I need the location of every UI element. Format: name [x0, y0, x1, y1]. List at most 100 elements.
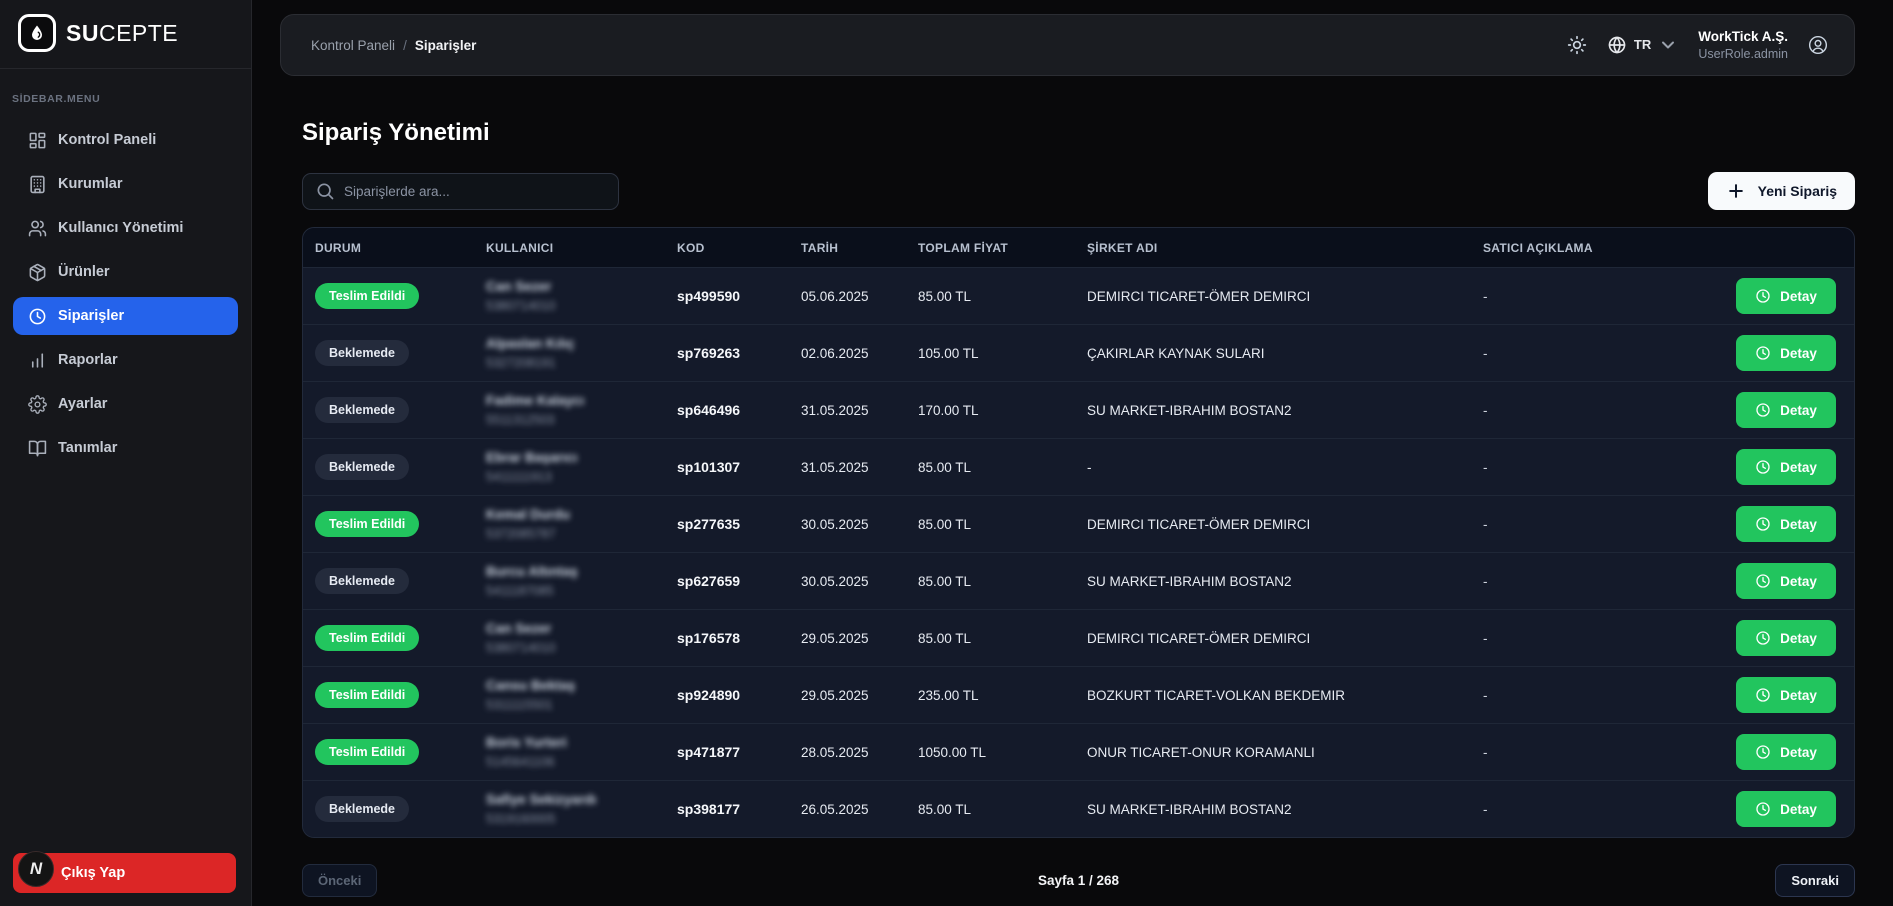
seller-note: -	[1483, 403, 1710, 418]
column-header-tarih: TARİH	[801, 241, 918, 255]
detail-cell: Detay	[1710, 677, 1842, 713]
company-name: SU MARKET-IBRAHIM BOSTAN2	[1087, 802, 1483, 817]
user-phone: 5372085787	[486, 525, 667, 543]
order-date: 29.05.2025	[801, 631, 918, 646]
detail-button[interactable]: Detay	[1736, 278, 1836, 314]
previous-page-button[interactable]: Önceki	[302, 864, 377, 897]
company-name: DEMIRCI TICARET-ÖMER DEMIRCI	[1087, 289, 1483, 304]
user-cell: Burcu Altıntaş5411187085	[486, 562, 677, 600]
order-total: 170.00 TL	[918, 403, 1087, 418]
new-order-label: Yeni Sipariş	[1758, 183, 1837, 199]
sidebar-item-tanimlar[interactable]: Tanımlar	[13, 429, 238, 467]
clock-icon	[1755, 801, 1771, 817]
order-date: 30.05.2025	[801, 517, 918, 532]
seller-note: -	[1483, 517, 1710, 532]
next-page-button[interactable]: Sonraki	[1775, 864, 1855, 897]
user-name: Burcu Altıntaş	[486, 562, 667, 582]
order-date: 02.06.2025	[801, 346, 918, 361]
order-code: sp646496	[677, 402, 801, 418]
sidebar-menu: Kontrol Paneli Kurumlar Kullanıcı Yönetimi…	[0, 121, 251, 467]
avatar-button[interactable]	[1808, 35, 1828, 55]
status-cell: Beklemede	[315, 397, 486, 423]
new-order-button[interactable]: Yeni Sipariş	[1708, 172, 1855, 210]
user-info: WorkTick A.Ş. UserRole.admin	[1698, 28, 1788, 62]
detail-cell: Detay	[1710, 449, 1842, 485]
detail-button[interactable]: Detay	[1736, 734, 1836, 770]
status-cell: Beklemede	[315, 568, 486, 594]
order-total: 85.00 TL	[918, 631, 1087, 646]
building-icon	[28, 175, 47, 194]
order-code: sp499590	[677, 288, 801, 304]
sidebar-divider	[0, 68, 251, 69]
table-row: BeklemedeFadime Kalaycı5511312503sp64649…	[303, 381, 1854, 438]
user-cell: Boris Yurteri5145641106	[486, 733, 677, 771]
status-badge: Beklemede	[315, 568, 409, 594]
detail-button-label: Detay	[1780, 517, 1817, 532]
main-column: Kontrol Paneli / Siparişler TR WorkTick …	[252, 0, 1893, 906]
table-row: Teslim EdildiCan Sezer5380714010sp176578…	[303, 609, 1854, 666]
status-cell: Teslim Edildi	[315, 511, 486, 537]
user-cell: Fadime Kalaycı5511312503	[486, 391, 677, 429]
avatar-icon	[1808, 35, 1828, 55]
sidebar-item-ayarlar[interactable]: Ayarlar	[13, 385, 238, 423]
detail-button[interactable]: Detay	[1736, 506, 1836, 542]
sidebar-item-label: Ayarlar	[58, 396, 107, 412]
company-name: -	[1087, 460, 1483, 475]
search-box	[302, 173, 619, 210]
user-cell: Safiye Sekizyardı5319160005	[486, 790, 677, 828]
sidebar-item-kurumlar[interactable]: Kurumlar	[13, 165, 238, 203]
order-date: 29.05.2025	[801, 688, 918, 703]
chevron-down-icon	[1658, 35, 1678, 55]
detail-cell: Detay	[1710, 791, 1842, 827]
search-input[interactable]	[344, 184, 606, 199]
user-role: UserRole.admin	[1698, 46, 1788, 62]
user-name: Can Sezer	[486, 277, 667, 297]
language-code: TR	[1634, 37, 1651, 52]
order-code: sp101307	[677, 459, 801, 475]
order-code: sp627659	[677, 573, 801, 589]
company-name: SU MARKET-IBRAHIM BOSTAN2	[1087, 574, 1483, 589]
sidebar-item-kullanici-yonetimi[interactable]: Kullanıcı Yönetimi	[13, 209, 238, 247]
detail-button[interactable]: Detay	[1736, 677, 1836, 713]
sidebar: SUCEPTE SİDEBAR.MENU Kontrol PaneliKurum…	[0, 0, 252, 906]
detail-button[interactable]: Detay	[1736, 791, 1836, 827]
sidebar-item-urunler[interactable]: Ürünler	[13, 253, 238, 291]
table-row: BeklemedeEbrar Başarıcı5411111913sp10130…	[303, 438, 1854, 495]
detail-cell: Detay	[1710, 392, 1842, 428]
status-cell: Beklemede	[315, 454, 486, 480]
detail-button[interactable]: Detay	[1736, 563, 1836, 599]
sidebar-item-raporlar[interactable]: Raporlar	[13, 341, 238, 379]
language-selector[interactable]: TR	[1607, 35, 1678, 55]
order-code: sp769263	[677, 345, 801, 361]
logout-button[interactable]: N Çıkış Yap	[13, 853, 236, 893]
table-row: BeklemedeAlpaslan Kılıç5327208191sp76926…	[303, 324, 1854, 381]
sidebar-item-label: Kontrol Paneli	[58, 132, 156, 148]
detail-button[interactable]: Detay	[1736, 335, 1836, 371]
order-date: 26.05.2025	[801, 802, 918, 817]
breadcrumb-parent-link[interactable]: Kontrol Paneli	[311, 38, 395, 53]
seller-note: -	[1483, 289, 1710, 304]
logout-label: Çıkış Yap	[61, 865, 125, 881]
user-name: Safiye Sekizyardı	[486, 790, 667, 810]
theme-toggle-button[interactable]	[1567, 35, 1587, 55]
nextjs-dev-badge[interactable]: N	[18, 851, 54, 887]
user-company: WorkTick A.Ş.	[1698, 28, 1788, 46]
status-badge: Teslim Edildi	[315, 511, 419, 537]
pagination: Önceki Sayfa 1 / 268 Sonraki	[302, 864, 1855, 897]
sidebar-item-siparisler[interactable]: Siparişler	[13, 297, 238, 335]
user-name: Fadime Kalaycı	[486, 391, 667, 411]
user-cell: Alpaslan Kılıç5327208191	[486, 334, 677, 372]
users-icon	[28, 219, 47, 238]
detail-button[interactable]: Detay	[1736, 449, 1836, 485]
seller-note: -	[1483, 688, 1710, 703]
user-phone: 5319160005	[486, 810, 667, 828]
user-phone: 5380714010	[486, 639, 667, 657]
gear-icon	[28, 395, 47, 414]
detail-button-label: Detay	[1780, 346, 1817, 361]
detail-cell: Detay	[1710, 278, 1842, 314]
detail-button[interactable]: Detay	[1736, 620, 1836, 656]
order-date: 05.06.2025	[801, 289, 918, 304]
detail-button[interactable]: Detay	[1736, 392, 1836, 428]
clock-icon	[1755, 630, 1771, 646]
sidebar-item-kontrol-paneli[interactable]: Kontrol Paneli	[13, 121, 238, 159]
